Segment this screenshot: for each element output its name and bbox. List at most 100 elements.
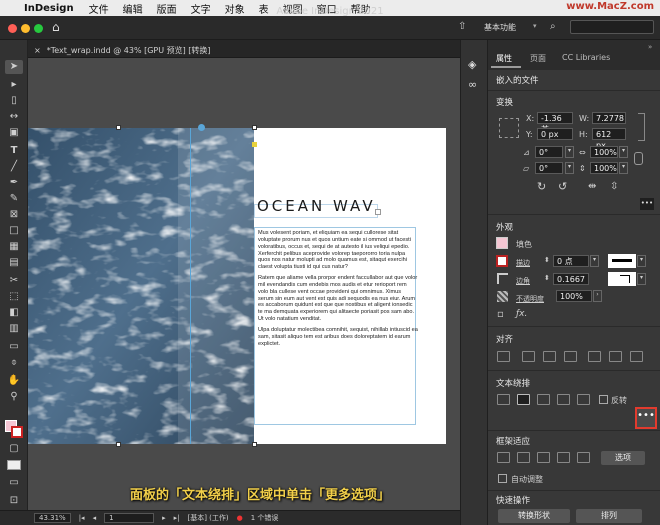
page-tool-icon[interactable]: ▯ <box>5 94 23 108</box>
corner-label[interactable]: 边角 <box>516 276 530 286</box>
convert-shape-button[interactable]: 转换形状 <box>498 509 570 523</box>
screen-mode-icon[interactable]: ⊡ <box>5 494 23 508</box>
stroke-weight-dropdown[interactable]: ▾ <box>590 255 599 267</box>
fit-content-proportionally-icon[interactable] <box>517 452 530 463</box>
stroke-color-swatch[interactable] <box>496 255 508 267</box>
close-tab-icon[interactable]: × <box>34 46 41 55</box>
x-position-field[interactable]: -1.36 英 <box>537 112 573 134</box>
fit-frame-to-content-icon[interactable] <box>537 452 550 463</box>
stroke-weight-stepper-icon[interactable]: ⬍ <box>544 256 550 264</box>
fill-frame-proportionally-icon[interactable] <box>497 452 510 463</box>
invert-checkbox[interactable] <box>599 395 608 404</box>
next-page-icon[interactable]: ▸ <box>162 514 166 522</box>
direct-selection-tool-icon[interactable]: ▸ <box>5 78 23 92</box>
constrain-scale-icon[interactable] <box>634 152 643 165</box>
content-collector-icon[interactable]: ▣ <box>5 126 23 140</box>
pencil-tool-icon[interactable]: ✎ <box>5 192 23 206</box>
last-page-icon[interactable]: ▸| <box>174 514 180 522</box>
note-tool-icon[interactable]: ▭ <box>5 340 23 354</box>
fit-content-to-frame-icon[interactable] <box>557 452 570 463</box>
constrain-proportions-icon[interactable] <box>638 113 645 141</box>
gradient-feather-tool-icon[interactable]: ▥ <box>5 322 23 336</box>
overset-port-icon[interactable] <box>375 209 381 215</box>
type-tool-icon[interactable]: T <box>5 144 23 158</box>
error-count[interactable]: 1 个错误 <box>251 513 279 523</box>
jump-to-next-column-icon[interactable] <box>577 394 590 405</box>
y-position-field[interactable]: 0 px <box>537 128 573 140</box>
scale-x-dropdown[interactable]: ▾ <box>619 146 628 158</box>
rotate-ccw-icon[interactable]: ↺ <box>558 180 567 193</box>
gradient-tool-icon[interactable]: ◧ <box>5 306 23 320</box>
align-top-edges-icon[interactable] <box>588 351 601 362</box>
selection-tool-icon[interactable]: ➤ <box>5 60 23 74</box>
first-page-icon[interactable]: |◂ <box>79 514 85 522</box>
wrap-around-bounding-box-icon[interactable] <box>517 394 530 405</box>
flip-vertical-icon[interactable]: ⇳ <box>610 181 618 192</box>
frame-handle[interactable] <box>252 125 257 130</box>
wrap-around-object-shape-icon[interactable] <box>537 394 550 405</box>
flip-horizontal-icon[interactable]: ⇹ <box>588 181 596 192</box>
free-transform-tool-icon[interactable]: ⬚ <box>5 290 23 304</box>
rotate-dropdown[interactable]: ▾ <box>565 146 574 158</box>
body-text[interactable]: Mus volesent poriam, et eliquiam ea sequ… <box>258 230 418 352</box>
shear-field[interactable]: 0° <box>535 162 563 174</box>
document-heading[interactable]: OCEAN WAV <box>257 197 376 215</box>
stroke-type-selector[interactable] <box>608 254 636 268</box>
eyedropper-tool-icon[interactable]: ⌽ <box>5 356 23 370</box>
fx-icon[interactable]: ƒx. <box>516 309 527 319</box>
opacity-dropdown[interactable]: › <box>593 290 602 302</box>
align-selection-icon[interactable] <box>497 351 510 362</box>
fill-color-swatch[interactable] <box>496 237 508 249</box>
frame-fitting-options-button[interactable]: 选项 <box>601 451 645 465</box>
hand-tool-icon[interactable]: ✋ <box>5 374 23 388</box>
layers-panel-icon[interactable]: ◈ <box>468 58 476 71</box>
corner-shape-dropdown[interactable]: ▾ <box>637 273 646 285</box>
live-corner-icon[interactable] <box>252 142 257 147</box>
pen-tool-icon[interactable]: ✒ <box>5 176 23 190</box>
panel-collapse-icon[interactable]: » <box>648 43 652 51</box>
corner-shape-selector[interactable] <box>608 272 636 286</box>
scissors-tool-icon[interactable]: ✂ <box>5 274 23 288</box>
align-bottom-edges-icon[interactable] <box>630 351 643 362</box>
view-mode-icon[interactable]: ▭ <box>5 476 23 490</box>
zoom-tool-icon[interactable]: ⚲ <box>5 390 23 404</box>
links-panel-icon[interactable]: ∞ <box>468 78 477 91</box>
stroke-label[interactable]: 描边 <box>516 258 530 268</box>
tab-pages[interactable]: 页面 <box>530 53 546 64</box>
scale-y-dropdown[interactable]: ▾ <box>619 162 628 174</box>
rotate-cw-icon[interactable]: ↻ <box>537 180 546 193</box>
tab-properties[interactable]: 属性 <box>496 53 512 64</box>
height-field[interactable]: 612 px <box>592 128 626 150</box>
zoom-window-icon[interactable] <box>34 24 43 33</box>
content-grabber-icon[interactable] <box>198 124 205 131</box>
gap-tool-icon[interactable]: ↔ <box>5 110 23 124</box>
preflight-profile[interactable]: [基本] (工作) <box>187 513 228 523</box>
shear-dropdown[interactable]: ▾ <box>565 162 574 174</box>
line-tool-icon[interactable]: ╱ <box>5 160 23 174</box>
corner-options-icon[interactable] <box>497 273 508 284</box>
width-field[interactable]: 7.2778 <box>592 112 626 124</box>
chevron-down-icon[interactable]: ▾ <box>533 22 537 30</box>
effects-icon[interactable]: ▫ <box>497 309 504 320</box>
opacity-field[interactable]: 100% <box>556 290 592 302</box>
arrange-button[interactable]: 排列 <box>576 509 642 523</box>
minimize-window-icon[interactable] <box>21 24 30 33</box>
auto-fit-checkbox[interactable] <box>498 474 507 483</box>
formatting-affects-container-icon[interactable]: ▢ <box>5 442 23 456</box>
table-tool-icon[interactable]: ▦ <box>5 240 23 254</box>
corner-size-stepper-icon[interactable]: ⬍ <box>544 274 550 282</box>
grid-tool-icon[interactable]: ▤ <box>5 256 23 270</box>
center-content-icon[interactable] <box>577 452 590 463</box>
no-text-wrap-icon[interactable] <box>497 394 510 405</box>
stroke-weight-field[interactable]: 0 点 <box>553 255 589 267</box>
rectangle-frame-tool-icon[interactable]: ⊠ <box>5 208 23 222</box>
align-left-edges-icon[interactable] <box>522 351 535 362</box>
scale-y-field[interactable]: 100% <box>590 162 618 174</box>
align-horizontal-centers-icon[interactable] <box>543 351 556 362</box>
zoom-field[interactable]: 43.31% <box>34 513 71 523</box>
stroke-type-dropdown[interactable]: ▾ <box>637 255 646 267</box>
frame-handle[interactable] <box>116 125 121 130</box>
close-window-icon[interactable] <box>8 24 17 33</box>
prev-page-icon[interactable]: ◂ <box>93 514 97 522</box>
search-input[interactable] <box>570 20 654 34</box>
